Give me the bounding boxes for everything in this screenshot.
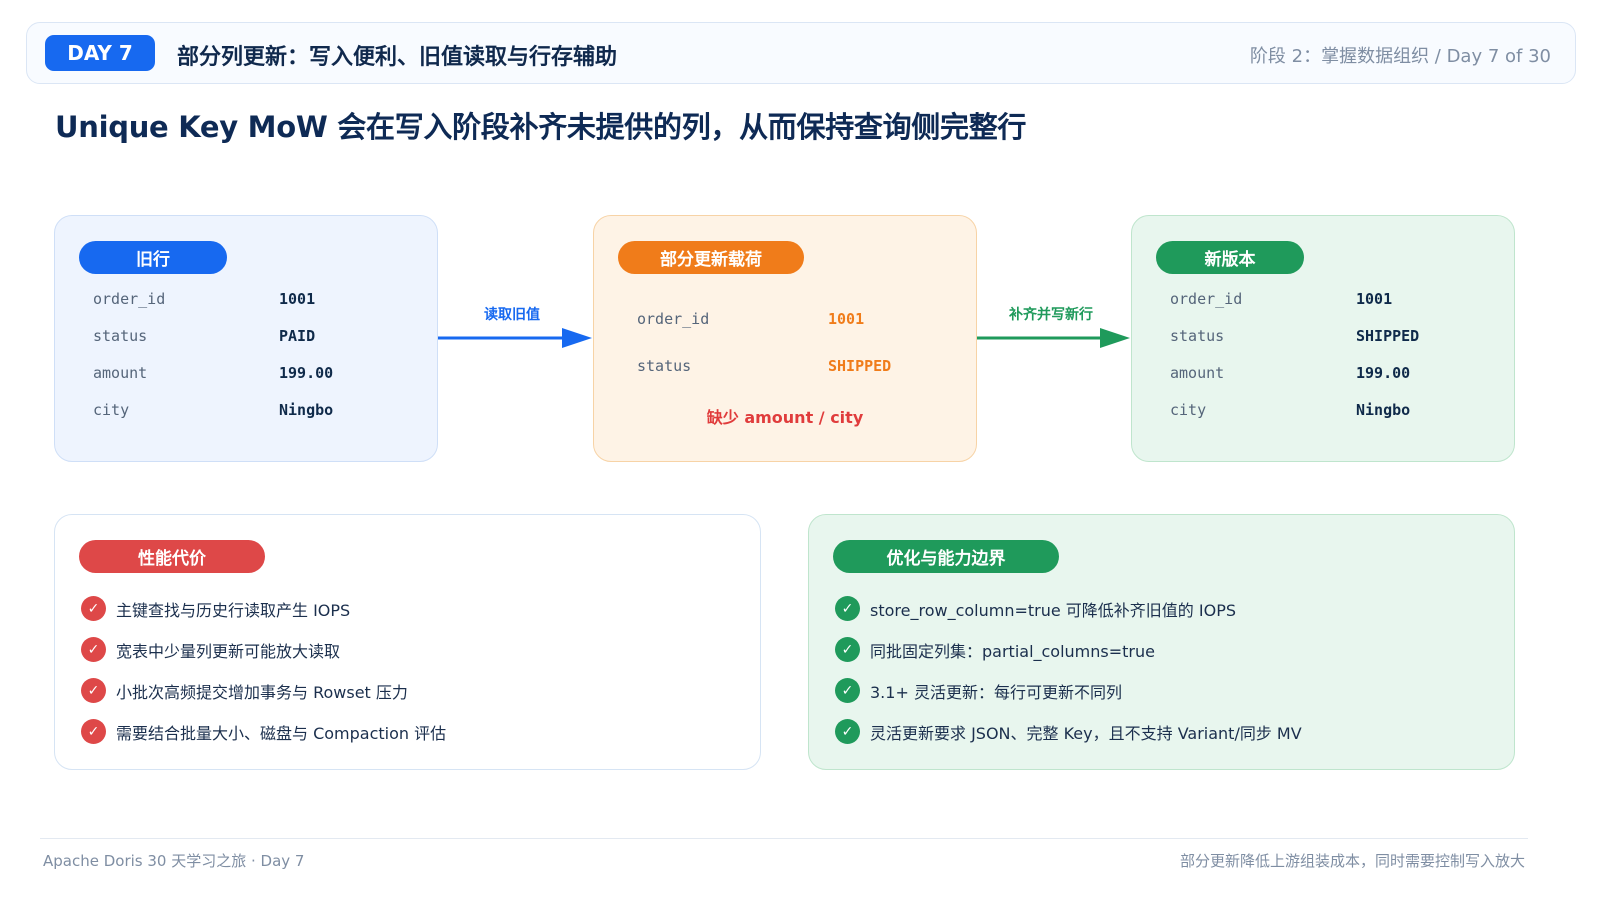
field-value: Ningbo [1356,401,1411,419]
check-icon: ✓ [81,637,106,662]
optimization-label: 优化与能力边界 [833,540,1059,573]
new-version-card: 新版本 order_id 1001 status SHIPPED amount … [1131,215,1515,462]
list-item: ✓ 需要结合批量大小、磁盘与 Compaction 评估 [81,719,446,744]
missing-columns-note: 缺少 amount / city [706,408,864,427]
list-item: ✓ 3.1+ 灵活更新：每行可更新不同列 [835,678,1122,703]
footer-divider [40,838,1528,839]
list-item-text: 灵活更新要求 JSON、完整 Key，且不支持 Variant/同步 MV [870,723,1302,743]
check-icon: ✓ [835,719,860,744]
check-icon: ✓ [81,596,106,621]
partial-field: status SHIPPED [637,357,937,375]
new-row-field: status SHIPPED [1170,327,1470,345]
fill-write-arrowhead [1100,328,1130,348]
list-item: ✓ store_row_column=true 可降低补齐旧值的 IOPS [835,596,1236,621]
fill-write-label: 补齐并写新行 [1009,307,1093,323]
list-item-text: store_row_column=true 可降低补齐旧值的 IOPS [870,600,1237,620]
list-item-text: 需要结合批量大小、磁盘与 Compaction 评估 [116,723,447,743]
field-key: amount [1170,364,1225,382]
check-icon: ✓ [81,678,106,703]
list-item-text: 小批次高频提交增加事务与 Rowset 压力 [116,682,408,702]
check-icon: ✓ [835,596,860,621]
footer-summary: 部分更新降低上游组装成本，同时需要控制写入放大 [1179,852,1525,870]
performance-cost-panel: 性能代价 ✓ 主键查找与历史行读取产生 IOPS ✓ 宽表中少量列更新可能放大读… [54,514,761,770]
list-item: ✓ 灵活更新要求 JSON、完整 Key，且不支持 Variant/同步 MV [835,719,1302,744]
field-value: 1001 [1356,290,1393,308]
field-key: order_id [1170,290,1243,308]
new-row-field: amount 199.00 [1170,364,1470,382]
field-value: SHIPPED [1356,327,1420,345]
list-item-text: 3.1+ 灵活更新：每行可更新不同列 [870,682,1122,702]
partial-update-card: 部分更新载荷 order_id 1001 status SHIPPED 缺少 a… [593,215,977,462]
read-old-arrowhead [562,328,592,348]
check-icon: ✓ [81,719,106,744]
list-item-text: 同批固定列集：partial_columns=true [870,641,1155,661]
list-item: ✓ 小批次高频提交增加事务与 Rowset 压力 [81,678,408,703]
field-key: order_id [637,310,710,328]
performance-cost-label: 性能代价 [79,540,265,573]
check-icon: ✓ [835,637,860,662]
list-item-text: 主键查找与历史行读取产生 IOPS [116,600,351,620]
list-item: ✓ 宽表中少量列更新可能放大读取 [81,637,340,662]
footer-course: Apache Doris 30 天学习之旅 · Day 7 [43,852,305,870]
list-item: ✓ 主键查找与历史行读取产生 IOPS [81,596,350,621]
list-item: ✓ 同批固定列集：partial_columns=true [835,637,1155,662]
field-key: status [1170,327,1225,345]
field-key: city [1170,401,1207,419]
read-old-label: 读取旧值 [484,307,540,323]
partial-update-label: 部分更新载荷 [618,241,804,274]
optimization-panel: 优化与能力边界 ✓ store_row_column=true 可降低补齐旧值的… [808,514,1515,770]
field-value: 199.00 [1356,364,1411,382]
field-value: 1001 [828,310,865,328]
field-key: status [637,357,692,375]
new-version-label: 新版本 [1156,241,1304,274]
partial-field: order_id 1001 [637,310,937,328]
new-row-field: city Ningbo [1170,401,1470,419]
check-icon: ✓ [835,678,860,703]
field-value: SHIPPED [828,357,892,375]
new-row-field: order_id 1001 [1170,290,1470,308]
list-item-text: 宽表中少量列更新可能放大读取 [116,641,341,661]
